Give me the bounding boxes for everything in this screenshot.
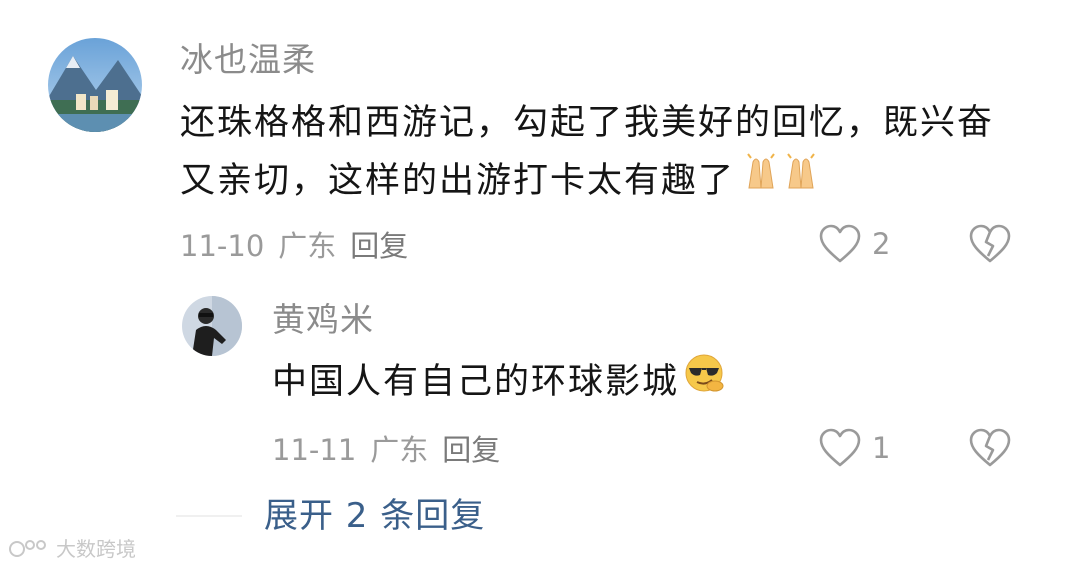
comment-like-count: 2 xyxy=(872,227,891,261)
reply-meta: 11-11 广东 回复 xyxy=(272,432,500,468)
heart-outline-icon xyxy=(819,224,861,263)
expand-replies-button[interactable]: 展开 2 条回复 xyxy=(264,496,485,536)
avatar-image xyxy=(48,38,142,132)
reply-like-count: 1 xyxy=(872,431,891,465)
commenter-avatar[interactable] xyxy=(48,38,142,132)
comment-reply-button[interactable]: 回复 xyxy=(350,228,408,264)
reply-date: 11-11 xyxy=(272,433,357,467)
comment-text-line2: 又亲切，这样的出游打卡太有趣了 xyxy=(180,161,736,201)
watermark-logo-icon xyxy=(9,539,46,557)
reply-dislike-button[interactable] xyxy=(968,428,1012,472)
replier-username[interactable]: 黄鸡米 xyxy=(272,300,374,340)
comment-dislike-button[interactable] xyxy=(968,224,1012,268)
reply-reply-button[interactable]: 回复 xyxy=(442,432,500,468)
folded-hands-emoji xyxy=(743,152,823,210)
reply-location: 广东 xyxy=(370,433,429,467)
comment-location: 广东 xyxy=(278,229,337,263)
avatar-image xyxy=(182,296,242,356)
commenter-username[interactable]: 冰也温柔 xyxy=(180,40,316,80)
comment-like-button[interactable]: 2 xyxy=(818,224,890,264)
comment-text-line2-row: 又亲切，这样的出游打卡太有趣了 xyxy=(180,152,1040,210)
watermark: 大数跨境 xyxy=(8,533,136,562)
reply-text-row: 中国人有自己的环球影城 xyxy=(272,352,727,412)
broken-heart-icon xyxy=(969,224,1011,263)
replier-avatar[interactable] xyxy=(182,296,242,356)
comment-text-line1: 还珠格格和西游记，勾起了我美好的回忆，既兴奋 xyxy=(180,103,995,143)
comment-text: 还珠格格和西游记，勾起了我美好的回忆，既兴奋 又亲切，这样的出游打卡太有趣了 xyxy=(180,94,1040,210)
heart-outline-icon xyxy=(819,428,861,467)
reply-text: 中国人有自己的环球影城 xyxy=(272,362,680,402)
expand-divider xyxy=(176,515,242,517)
watermark-text: 大数跨境 xyxy=(56,537,136,561)
comment-meta: 11-10 广东 回复 xyxy=(180,228,408,264)
sunglasses-smirk-emoji xyxy=(681,352,727,412)
broken-heart-icon xyxy=(969,428,1011,467)
reply-like-button[interactable]: 1 xyxy=(818,428,890,468)
comment-date: 11-10 xyxy=(180,229,265,263)
